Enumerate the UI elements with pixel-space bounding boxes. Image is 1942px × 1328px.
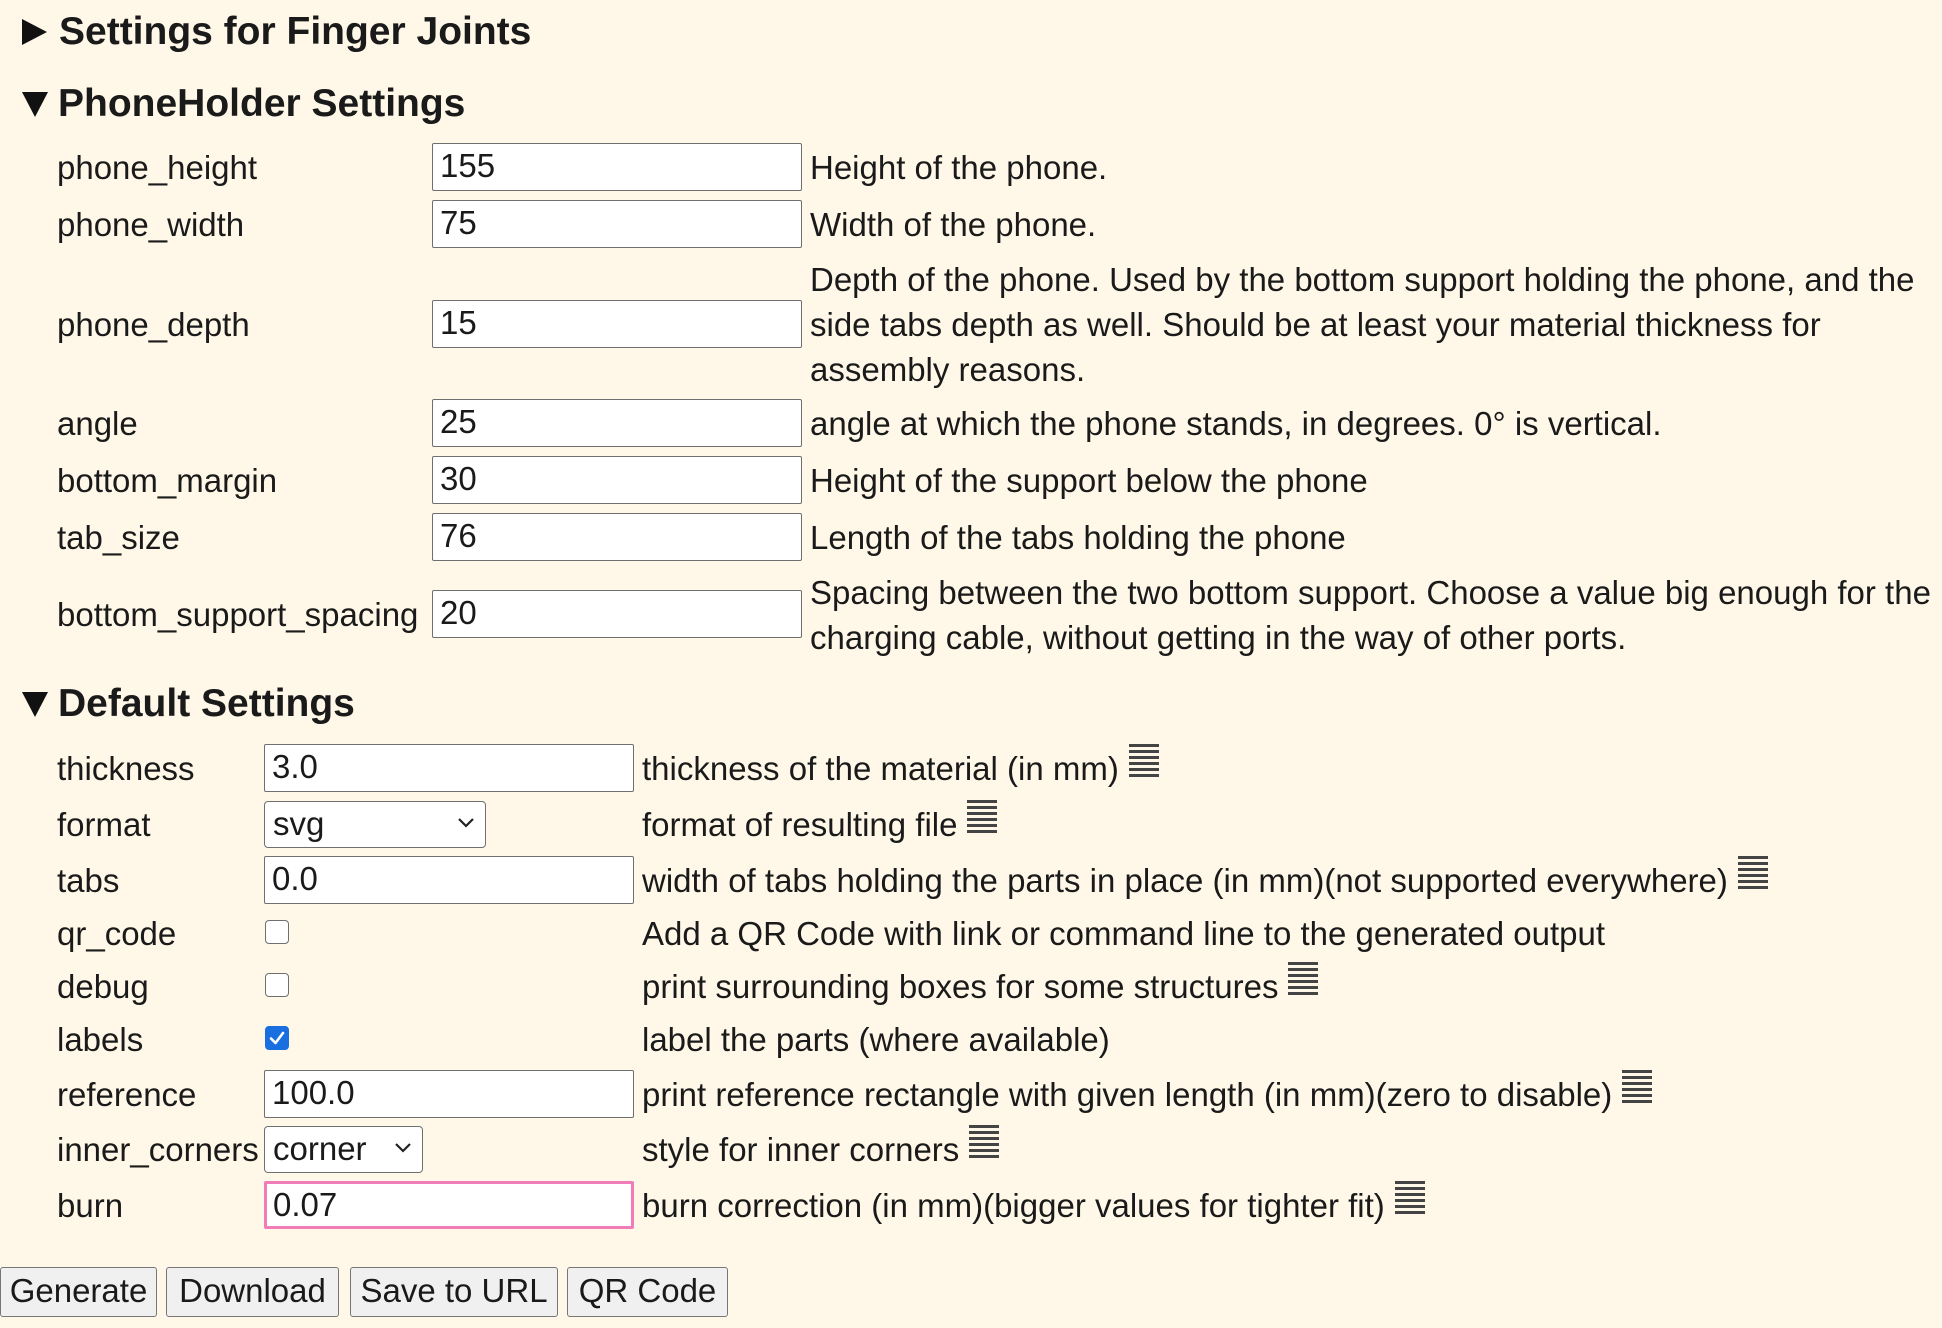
doc-lines-icon[interactable] <box>967 798 998 849</box>
settings-page: Settings for Finger Joints PhoneHolder S… <box>0 0 1942 1328</box>
section-title: Default Settings <box>58 682 355 725</box>
qr-code-button[interactable]: QR Code <box>567 1267 728 1317</box>
reference-input[interactable]: 100.0 <box>264 1070 634 1118</box>
bottom-margin-desc: Height of the support below the phone <box>810 462 1368 499</box>
phone-width-desc: Width of the phone. <box>810 206 1097 243</box>
phone-width-label: phone_width <box>57 206 245 243</box>
tabs-desc-text: width of tabs holding the parts in place… <box>642 862 1728 899</box>
doc-lines-icon[interactable] <box>1128 742 1159 793</box>
labels-checkbox[interactable] <box>265 1026 289 1050</box>
phone-height-input[interactable]: 155 <box>432 143 802 191</box>
tabs-desc: width of tabs holding the parts in place… <box>642 855 1768 905</box>
burn-desc: burn correction (in mm)(bigger values fo… <box>642 1180 1425 1230</box>
debug-desc: print surrounding boxes for some structu… <box>642 961 1319 1011</box>
finger-joints-section-toggle[interactable]: Settings for Finger Joints <box>22 12 531 51</box>
thickness-input[interactable]: 3.0 <box>264 744 634 792</box>
chevron-down-icon <box>458 818 474 828</box>
bottom-support-spacing-desc: Spacing between the two bottom support. … <box>810 574 1931 656</box>
angle-input[interactable]: 25 <box>432 399 802 447</box>
format-select-value: svg <box>273 805 325 842</box>
qr-code-label: qr_code <box>57 915 177 952</box>
labels-label: labels <box>57 1021 144 1058</box>
doc-lines-icon[interactable] <box>1622 1068 1653 1119</box>
phone-height-desc: Height of the phone. <box>810 149 1108 186</box>
phone-width-input[interactable]: 75 <box>432 200 802 248</box>
tab-size-desc: Length of the tabs holding the phone <box>810 519 1346 556</box>
phone-depth-label: phone_depth <box>57 306 250 343</box>
generate-button[interactable]: Generate <box>0 1267 157 1317</box>
phone-depth-input[interactable]: 15 <box>432 300 802 348</box>
tabs-input[interactable]: 0.0 <box>264 856 634 904</box>
chevron-down-icon <box>395 1143 411 1153</box>
angle-desc: angle at which the phone stands, in degr… <box>810 405 1662 442</box>
angle-label: angle <box>57 405 138 442</box>
tabs-label: tabs <box>57 862 120 899</box>
inner-corners-select-value: corner <box>273 1130 367 1167</box>
tab-size-input[interactable]: 76 <box>432 513 802 561</box>
format-desc-text: format of resulting file <box>642 806 958 843</box>
debug-checkbox[interactable] <box>265 973 289 997</box>
section-title: Settings for Finger Joints <box>59 10 532 53</box>
labels-desc: label the parts (where available) <box>642 1021 1110 1058</box>
format-label: format <box>57 806 151 843</box>
reference-label: reference <box>57 1076 197 1113</box>
collapse-triangle-icon <box>22 692 48 717</box>
qr-code-desc: Add a QR Code with link or command line … <box>642 915 1606 952</box>
doc-lines-icon[interactable] <box>969 1123 1000 1174</box>
bottom-support-spacing-label: bottom_support_spacing <box>57 596 419 633</box>
checkmark-icon <box>269 1031 285 1045</box>
debug-label: debug <box>57 968 149 1005</box>
phone-depth-desc: Depth of the phone. Used by the bottom s… <box>810 261 1915 388</box>
format-desc: format of resulting file <box>642 799 998 849</box>
thickness-label: thickness <box>57 750 195 787</box>
inner-corners-desc-text: style for inner corners <box>642 1131 960 1168</box>
reference-desc: print reference rectangle with given len… <box>642 1069 1653 1119</box>
phoneholder-section-toggle[interactable]: PhoneHolder Settings <box>22 84 465 123</box>
debug-desc-text: print surrounding boxes for some structu… <box>642 968 1279 1005</box>
inner-corners-desc: style for inner corners <box>642 1124 1000 1174</box>
qr-code-checkbox[interactable] <box>265 920 289 944</box>
inner-corners-label: inner_corners <box>57 1131 259 1168</box>
save-to-url-button[interactable]: Save to URL <box>350 1267 558 1317</box>
bottom-margin-label: bottom_margin <box>57 462 278 499</box>
tab-size-label: tab_size <box>57 519 180 556</box>
collapse-triangle-icon <box>22 92 48 117</box>
burn-desc-text: burn correction (in mm)(bigger values fo… <box>642 1187 1385 1224</box>
expand-triangle-icon <box>22 18 47 45</box>
download-button[interactable]: Download <box>166 1267 339 1317</box>
doc-lines-icon[interactable] <box>1394 1179 1425 1230</box>
doc-lines-icon[interactable] <box>1737 854 1768 905</box>
bottom-support-spacing-input[interactable]: 20 <box>432 590 802 638</box>
bottom-margin-input[interactable]: 30 <box>432 456 802 504</box>
phone-height-label: phone_height <box>57 149 258 186</box>
thickness-desc: thickness of the material (in mm) <box>642 743 1159 793</box>
burn-label: burn <box>57 1187 124 1224</box>
default-settings-section-toggle[interactable]: Default Settings <box>22 684 355 723</box>
inner-corners-select[interactable]: corner <box>264 1126 423 1173</box>
thickness-desc-text: thickness of the material (in mm) <box>642 750 1119 787</box>
format-select[interactable]: svg <box>264 801 486 848</box>
doc-lines-icon[interactable] <box>1288 960 1319 1011</box>
section-title: PhoneHolder Settings <box>58 82 466 125</box>
reference-desc-text: print reference rectangle with given len… <box>642 1076 1613 1113</box>
burn-input[interactable]: 0.07 <box>264 1181 634 1229</box>
